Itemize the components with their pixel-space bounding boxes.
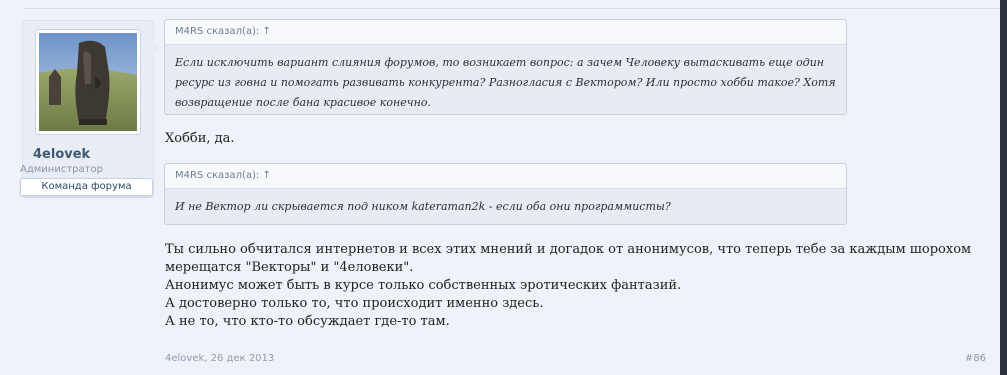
- quote-text: Если исключить вариант слияния форумов, …: [165, 45, 846, 113]
- avatar[interactable]: [35, 29, 141, 135]
- message-body: Ты сильно обчитался интернетов и всех эт…: [165, 241, 985, 331]
- quote-text: И не Вектор ли скрывается под ником kate…: [165, 189, 846, 217]
- message-line: мерещатся "Векторы" и "4еловеки".: [165, 260, 414, 275]
- post-author-date[interactable]: 4elovek, 26 дек 2013: [165, 353, 274, 364]
- window-edge: [1000, 0, 1007, 375]
- reply-text: Хобби, да.: [165, 131, 235, 146]
- message-line: А достоверно только то, что происходит и…: [165, 296, 544, 311]
- post-number-link[interactable]: #86: [965, 353, 986, 364]
- user-panel: 4elovek Администратор Команда форума: [20, 20, 154, 198]
- message-line: Анонимус может быть в курсе только собст…: [165, 278, 682, 293]
- quote-line: И не Вектор ли скрывается под ником kate…: [175, 200, 671, 213]
- quote-line: ресурс из говна и помогать развивать кон…: [175, 76, 836, 89]
- user-title: Администратор: [20, 164, 103, 175]
- message-line: Ты сильно обчитался интернетов и всех эт…: [165, 242, 972, 257]
- quote-attribution-link[interactable]: M4RS сказал(а): ↑: [165, 20, 846, 45]
- moai-avatar-image: [39, 33, 137, 131]
- quote-line: Если исключить вариант слияния форумов, …: [175, 56, 825, 69]
- post-divider: [24, 8, 1000, 9]
- message-pointer: [152, 40, 160, 56]
- message-line: А не то, что кто-то обсуждает где-то там…: [165, 314, 450, 329]
- quote-block: M4RS сказал(а): ↑ Если исключить вариант…: [164, 19, 847, 115]
- forum-post: 4elovek Администратор Команда форума M4R…: [0, 0, 1000, 375]
- quote-line: возвращение после бана красивое конечно.: [175, 96, 431, 109]
- quote-block: M4RS сказал(а): ↑ И не Вектор ли скрывае…: [164, 163, 847, 225]
- staff-banner: Команда форума: [20, 178, 153, 196]
- username[interactable]: 4elovek: [33, 147, 90, 162]
- quote-attribution-link[interactable]: M4RS сказал(а): ↑: [165, 164, 846, 189]
